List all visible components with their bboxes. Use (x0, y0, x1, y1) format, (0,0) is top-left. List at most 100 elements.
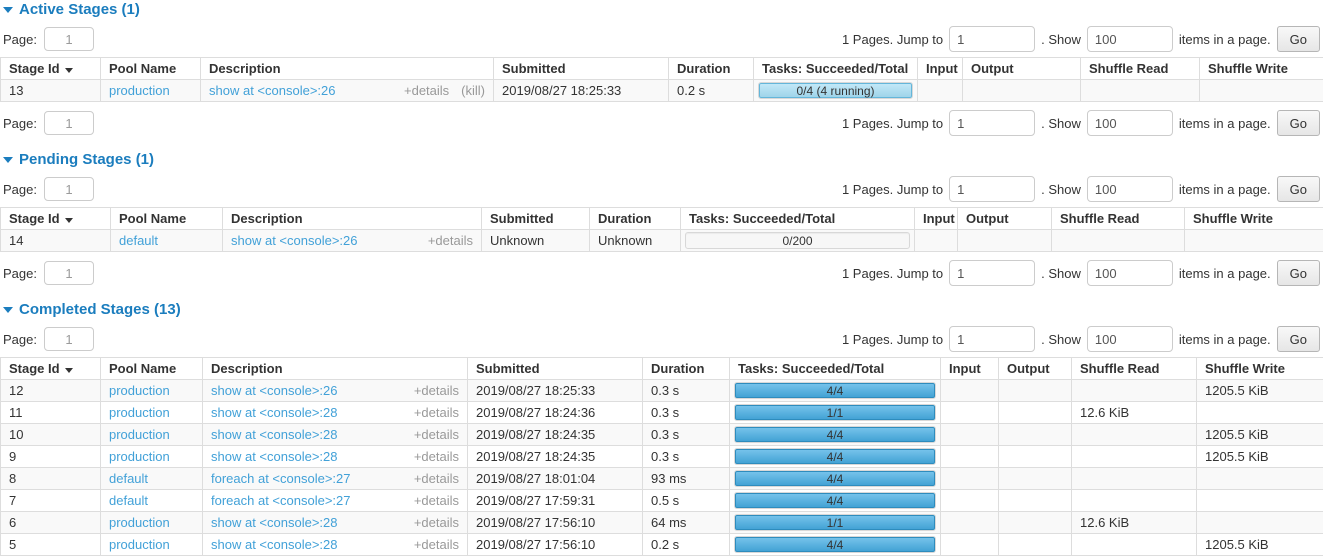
page-number-input[interactable] (44, 27, 94, 51)
col-header-pool-name[interactable]: Pool Name (101, 358, 203, 380)
total-pages-text: 1 Pages. Jump to (842, 182, 943, 197)
show-items-input[interactable] (1087, 260, 1173, 286)
pool-name-link[interactable]: production (109, 405, 170, 420)
col-header-shuffle-write[interactable]: Shuffle Write (1197, 358, 1323, 380)
page-number-input[interactable] (44, 261, 94, 285)
total-pages-text: 1 Pages. Jump to (842, 116, 943, 131)
show-items-input[interactable] (1087, 110, 1173, 136)
details-toggle[interactable]: +details (404, 83, 449, 98)
section-header-pending-stages[interactable]: Pending Stages (1) (3, 152, 1323, 168)
shuffle-write-cell: 1205.5 KiB (1197, 424, 1323, 446)
col-header-tasks-succeeded-total[interactable]: Tasks: Succeeded/Total (754, 58, 918, 80)
col-header-input[interactable]: Input (918, 58, 963, 80)
shuffle-write-cell: 1205.5 KiB (1197, 380, 1323, 402)
description-content: show at <console>:26 +details (231, 233, 473, 248)
col-header-input[interactable]: Input (941, 358, 999, 380)
col-header-label: Shuffle Write (1205, 361, 1285, 376)
pool-name-link[interactable]: production (109, 383, 170, 398)
stage-description-link[interactable]: show at <console>:28 (211, 449, 402, 464)
go-button[interactable]: Go (1277, 326, 1320, 352)
details-toggle[interactable]: +details (414, 493, 459, 508)
stage-description-link[interactable]: show at <console>:26 (231, 233, 416, 248)
stage-description-link[interactable]: show at <console>:28 (211, 427, 402, 442)
col-header-submitted[interactable]: Submitted (482, 208, 590, 230)
col-header-stage-id[interactable]: Stage Id (1, 358, 101, 380)
page-number-input[interactable] (44, 177, 94, 201)
page-number-input[interactable] (44, 327, 94, 351)
pagination-bar: Page: 1 Pages. Jump to . Show items in a… (3, 326, 1320, 352)
pool-name-link[interactable]: production (109, 449, 170, 464)
task-progress-bar: 4/4 (734, 448, 936, 465)
kill-link[interactable]: (kill) (461, 83, 485, 98)
stage-description-link[interactable]: show at <console>:28 (211, 515, 402, 530)
col-header-shuffle-read[interactable]: Shuffle Read (1072, 358, 1197, 380)
page-number-input[interactable] (44, 111, 94, 135)
details-toggle[interactable]: +details (414, 427, 459, 442)
description-content: show at <console>:28 +details (211, 449, 459, 464)
description-cell: show at <console>:26 +details (203, 380, 468, 402)
col-header-tasks-succeeded-total[interactable]: Tasks: Succeeded/Total (730, 358, 941, 380)
pool-name-link[interactable]: default (109, 493, 148, 508)
completed-stages-table: Stage IdPool NameDescriptionSubmittedDur… (0, 357, 1323, 556)
col-header-output[interactable]: Output (999, 358, 1072, 380)
jump-to-input[interactable] (949, 260, 1035, 286)
col-header-shuffle-write[interactable]: Shuffle Write (1185, 208, 1323, 230)
stage-row: 8defaultforeach at <console>:27+details2… (1, 468, 1323, 490)
col-header-tasks-succeeded-total[interactable]: Tasks: Succeeded/Total (681, 208, 915, 230)
pool-name-link[interactable]: production (109, 427, 170, 442)
col-header-submitted[interactable]: Submitted (468, 358, 643, 380)
col-header-stage-id[interactable]: Stage Id (1, 208, 111, 230)
col-header-duration[interactable]: Duration (643, 358, 730, 380)
stage-description-link[interactable]: show at <console>:26 (211, 383, 402, 398)
sort-desc-icon (65, 68, 73, 73)
total-pages-text: 1 Pages. Jump to (842, 332, 943, 347)
pool-name-link[interactable]: production (109, 83, 170, 98)
stage-description-link[interactable]: show at <console>:26 (209, 83, 392, 98)
go-button[interactable]: Go (1277, 176, 1320, 202)
completed-stages-section: Completed Stages (13) Page: 1 Pages. Jum… (0, 302, 1323, 556)
col-header-pool-name[interactable]: Pool Name (101, 58, 201, 80)
col-header-duration[interactable]: Duration (669, 58, 754, 80)
col-header-description[interactable]: Description (223, 208, 482, 230)
show-items-input[interactable] (1087, 176, 1173, 202)
details-toggle[interactable]: +details (414, 471, 459, 486)
details-toggle[interactable]: +details (414, 515, 459, 530)
go-button[interactable]: Go (1277, 26, 1320, 52)
col-header-pool-name[interactable]: Pool Name (111, 208, 223, 230)
col-header-output[interactable]: Output (958, 208, 1052, 230)
show-items-input[interactable] (1087, 26, 1173, 52)
jump-to-input[interactable] (949, 176, 1035, 202)
col-header-shuffle-read[interactable]: Shuffle Read (1081, 58, 1200, 80)
col-header-shuffle-read[interactable]: Shuffle Read (1052, 208, 1185, 230)
jump-to-input[interactable] (949, 110, 1035, 136)
section-header-completed-stages[interactable]: Completed Stages (13) (3, 302, 1323, 318)
details-toggle[interactable]: +details (414, 405, 459, 420)
pool-name-link[interactable]: default (109, 471, 148, 486)
go-button[interactable]: Go (1277, 110, 1320, 136)
col-header-stage-id[interactable]: Stage Id (1, 58, 101, 80)
go-button[interactable]: Go (1277, 260, 1320, 286)
input-cell (941, 446, 999, 468)
col-header-description[interactable]: Description (201, 58, 494, 80)
section-header-active-stages[interactable]: Active Stages (1) (3, 2, 1323, 18)
stage-description-link[interactable]: foreach at <console>:27 (211, 471, 402, 486)
pool-name-link[interactable]: production (109, 515, 170, 530)
task-progress-bar: 1/1 (734, 404, 936, 421)
col-header-description[interactable]: Description (203, 358, 468, 380)
col-header-shuffle-write[interactable]: Shuffle Write (1200, 58, 1323, 80)
details-toggle[interactable]: +details (428, 233, 473, 248)
details-toggle[interactable]: +details (414, 449, 459, 464)
stage-description-link[interactable]: foreach at <console>:27 (211, 493, 402, 508)
details-toggle[interactable]: +details (414, 383, 459, 398)
stage-description-link[interactable]: show at <console>:28 (211, 405, 402, 420)
jump-to-input[interactable] (949, 26, 1035, 52)
col-header-duration[interactable]: Duration (590, 208, 681, 230)
col-header-submitted[interactable]: Submitted (494, 58, 669, 80)
output-cell (999, 402, 1072, 424)
show-items-input[interactable] (1087, 326, 1173, 352)
col-header-output[interactable]: Output (963, 58, 1081, 80)
col-header-input[interactable]: Input (915, 208, 958, 230)
pool-name-link[interactable]: default (119, 233, 158, 248)
jump-to-input[interactable] (949, 326, 1035, 352)
duration-cell: 64 ms (643, 512, 730, 534)
